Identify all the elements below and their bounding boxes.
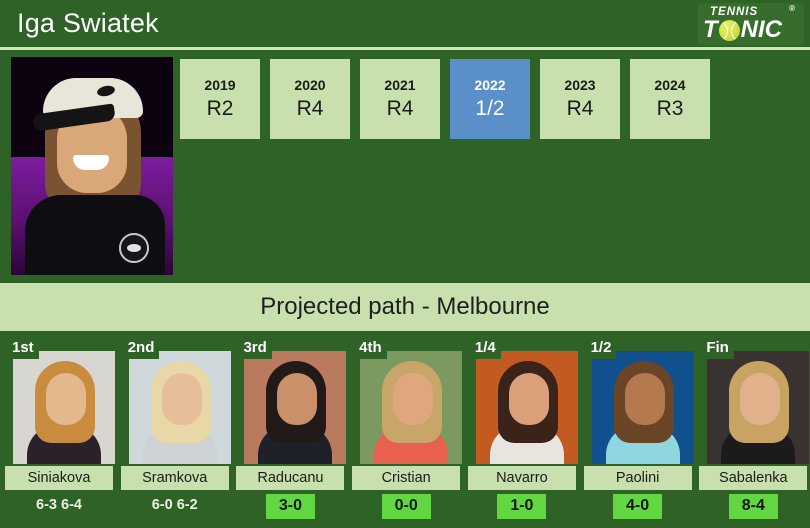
tennis-projected-path-widget: Iga Swiatek TENNIS ® T NIC 2019 R2 2020 R4 20 [0,0,810,528]
path-card[interactable]: 1/2 Paolini 4-0 [582,336,694,528]
projected-path-title: Projected path - Melbourne [260,293,550,320]
opponent-name[interactable]: Raducanu [236,466,345,490]
path-card[interactable]: Fin Sabalenka 8-4 [697,336,810,528]
match-score: 6-3 6-4 [36,497,82,513]
logo-main-text: T NIC [703,17,782,42]
year-box-2023[interactable]: 2023 R4 [540,59,620,139]
opponent-name[interactable]: Navarro [467,466,576,490]
year-box-2024[interactable]: 2024 R3 [630,59,710,139]
page-title: Iga Swiatek [17,8,159,38]
hero-sponsor-badge-icon [119,233,149,263]
opponent-name[interactable]: Sabalenka [699,466,808,490]
opponent-photo [244,351,347,464]
opponent-face-shape [393,373,434,425]
year-label: 2019 [204,76,236,93]
year-result: R4 [296,96,324,120]
year-label: 2024 [654,76,686,93]
projected-path-row: 1st Siniakova 6-3 6-4 2nd Sramkova 6-0 6-2 3rd… [0,336,810,528]
path-card[interactable]: 3rd Raducanu 3-0 [234,336,347,528]
opponent-name[interactable]: Siniakova [5,466,113,490]
head-to-head-badge: 8-4 [728,494,778,519]
year-results-row: 2019 R2 2020 R4 2021 R4 2022 1/2 2023 R4 2024 R3 [180,59,710,139]
header-bar: Iga Swiatek TENNIS ® T NIC [0,0,810,47]
round-label: 1/2 [585,338,617,359]
year-label: 2022 [474,76,506,93]
hero-body-shape [25,195,165,275]
opponent-face-shape [277,373,318,425]
opponent-photo [591,351,694,464]
year-result: R2 [206,96,234,120]
year-result: R4 [566,96,594,120]
round-label: Fin [701,338,734,359]
opponent-name[interactable]: Paolini [583,466,692,490]
round-label: 4th [354,338,387,359]
head-to-head-badge: 3-0 [265,494,315,519]
opponent-photo [128,351,231,464]
year-box-2022[interactable]: 2022 1/2 [450,59,530,139]
opponent-face-shape [624,373,665,425]
path-card[interactable]: 2nd Sramkova 6-0 6-2 [119,336,231,528]
year-box-2020[interactable]: 2020 R4 [270,59,350,139]
opponent-face-shape [508,373,549,425]
path-card[interactable]: 1/4 Navarro 1-0 [466,336,578,528]
year-box-2021[interactable]: 2021 R4 [360,59,440,139]
score-container: 8-4 [697,494,809,519]
round-label: 1/4 [469,338,501,359]
round-label: 2nd [122,338,160,359]
opponent-name[interactable]: Sramkova [120,466,229,490]
opponent-face-shape [740,373,781,425]
opponent-photo [360,351,463,464]
opponent-name[interactable]: Cristian [352,466,461,490]
hero-smile-shape [73,155,109,170]
year-label: 2023 [564,76,596,93]
score-container: 4-0 [582,494,694,519]
year-label: 2021 [384,76,416,93]
year-label: 2020 [294,76,326,93]
projected-path-banner: Projected path - Melbourne [0,283,810,331]
round-label: 3rd [238,338,272,359]
opponent-photo [707,351,810,464]
path-card[interactable]: 1st Siniakova 6-3 6-4 [3,336,115,528]
year-result: R3 [656,96,684,120]
year-result: R4 [386,96,414,120]
registered-mark-icon: ® [789,4,795,13]
opponent-photo [475,351,578,464]
opponent-face-shape [161,373,202,425]
head-to-head-badge: 1-0 [497,494,547,519]
head-to-head-badge: 4-0 [613,494,663,519]
logo-main-suffix: NIC [740,16,783,43]
match-score: 6-0 6-2 [151,497,198,513]
score-container: 1-0 [466,494,578,519]
opponent-face-shape [46,373,86,425]
path-card[interactable]: 4th Cristian 0-0 [350,336,463,528]
score-container: 6-3 6-4 [3,494,115,516]
tennis-ball-icon [718,20,740,41]
score-container: 3-0 [234,494,346,519]
head-to-head-badge: 0-0 [381,494,431,519]
year-result: 1/2 [475,96,505,120]
round-label: 1st [7,338,39,359]
score-container: 6-0 6-2 [119,494,231,516]
year-box-2019[interactable]: 2019 R2 [180,59,260,139]
hero-sponsor-badge-inner [127,244,141,252]
player-hero-photo [11,57,173,275]
logo-main-prefix: T [703,16,718,43]
player-history-section: 2019 R2 2020 R4 2021 R4 2022 1/2 2023 R4 2024 R3 [0,50,810,282]
tennis-tonic-logo[interactable]: TENNIS ® T NIC [698,3,804,45]
opponent-photo [13,351,115,464]
score-container: 0-0 [350,494,462,519]
